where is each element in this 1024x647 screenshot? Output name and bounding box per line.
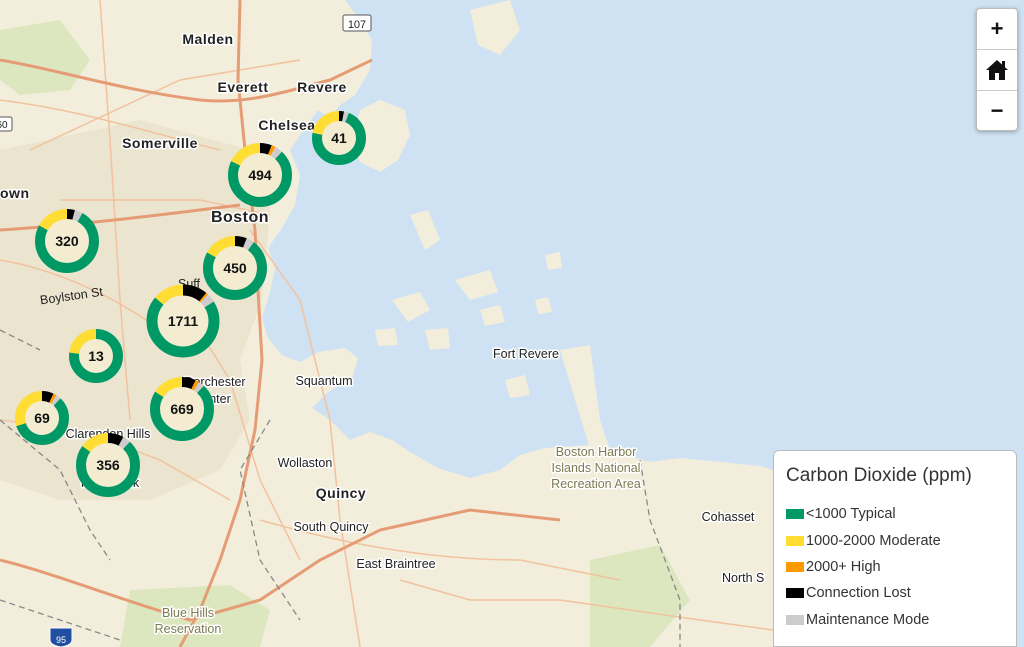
legend-title: Carbon Dioxide (ppm) [786,465,972,486]
legend-label: 2000+ High [806,558,881,575]
label-quincy: Quincy [316,485,366,501]
legend-label: Maintenance Mode [806,611,930,628]
route-107-shield: 107 [342,14,372,32]
legend-label: 1000-2000 Moderate [806,532,941,549]
label-boston: Boston [211,209,269,226]
legend-item: Connection Lost [786,580,1004,606]
cluster-count: 450 [223,260,247,276]
legend-label: Connection Lost [806,585,911,602]
label-harbor-1: Boston Harbor [556,445,637,459]
legend-label: <1000 Typical [806,506,896,523]
label-revere: Revere [297,79,347,95]
cluster-count: 320 [55,233,79,249]
label-wollaston: Wollaston [278,456,333,470]
legend-panel: Carbon Dioxide (ppm) <1000 Typical 1000-2… [773,450,1017,647]
cluster-marker[interactable]: 494 [228,143,292,207]
label-fort-revere: Fort Revere [493,347,559,361]
legend-swatch [786,588,804,599]
home-icon [986,60,1008,80]
cluster-count: 13 [88,348,104,364]
cluster-marker[interactable]: 41 [312,111,366,165]
cluster-marker[interactable]: 69 [15,391,69,445]
home-button[interactable] [977,49,1017,91]
route-60-shield: 60 [0,116,13,132]
label-cohasset: Cohasset [702,510,755,524]
cluster-count: 669 [170,401,194,417]
svg-text:107: 107 [348,19,366,31]
label-squantum: Squantum [296,374,353,388]
label-north-s: North S [722,571,764,585]
legend-swatch [786,561,804,572]
label-east-braintree: East Braintree [356,557,435,571]
label-chelsea: Chelsea [258,117,315,133]
label-harbor-2: Islands National [552,461,641,475]
zoom-in-button[interactable]: + [977,9,1017,49]
legend-item: 2000+ High [786,554,1004,580]
legend-swatch [786,509,804,520]
cluster-marker[interactable]: 450 [203,236,267,300]
interstate-95-shield: 95 [49,627,73,647]
cluster-marker[interactable]: 1711 [146,284,220,358]
cluster-count: 69 [34,410,50,426]
label-somerville: Somerville [122,135,198,151]
cluster-marker[interactable]: 320 [35,209,99,273]
cluster-count: 494 [248,167,272,183]
map-controls: + − [976,8,1018,131]
label-malden: Malden [182,31,233,47]
label-harbor-3: Recreation Area [551,477,641,491]
legend-item: <1000 Typical [786,501,1004,527]
label-south-quincy: South Quincy [293,520,369,534]
legend-swatch [786,535,804,546]
legend-item: 1000-2000 Moderate [786,527,1004,553]
cluster-count: 41 [331,130,347,146]
cluster-count: 1711 [168,313,199,329]
legend-item: Maintenance Mode [786,607,1004,633]
cluster-marker[interactable]: 669 [150,377,214,441]
label-own: own [0,185,30,201]
svg-text:60: 60 [0,120,8,131]
label-blue-hills-1: Blue Hills [162,606,214,620]
label-blue-hills-2: Reservation [155,622,222,636]
cluster-count: 356 [96,457,120,473]
cluster-marker[interactable]: 356 [76,433,140,497]
svg-text:95: 95 [56,635,66,645]
legend-swatch [786,614,804,625]
cluster-marker[interactable]: 13 [69,329,123,383]
label-everett: Everett [218,79,269,95]
zoom-out-button[interactable]: − [977,91,1017,131]
